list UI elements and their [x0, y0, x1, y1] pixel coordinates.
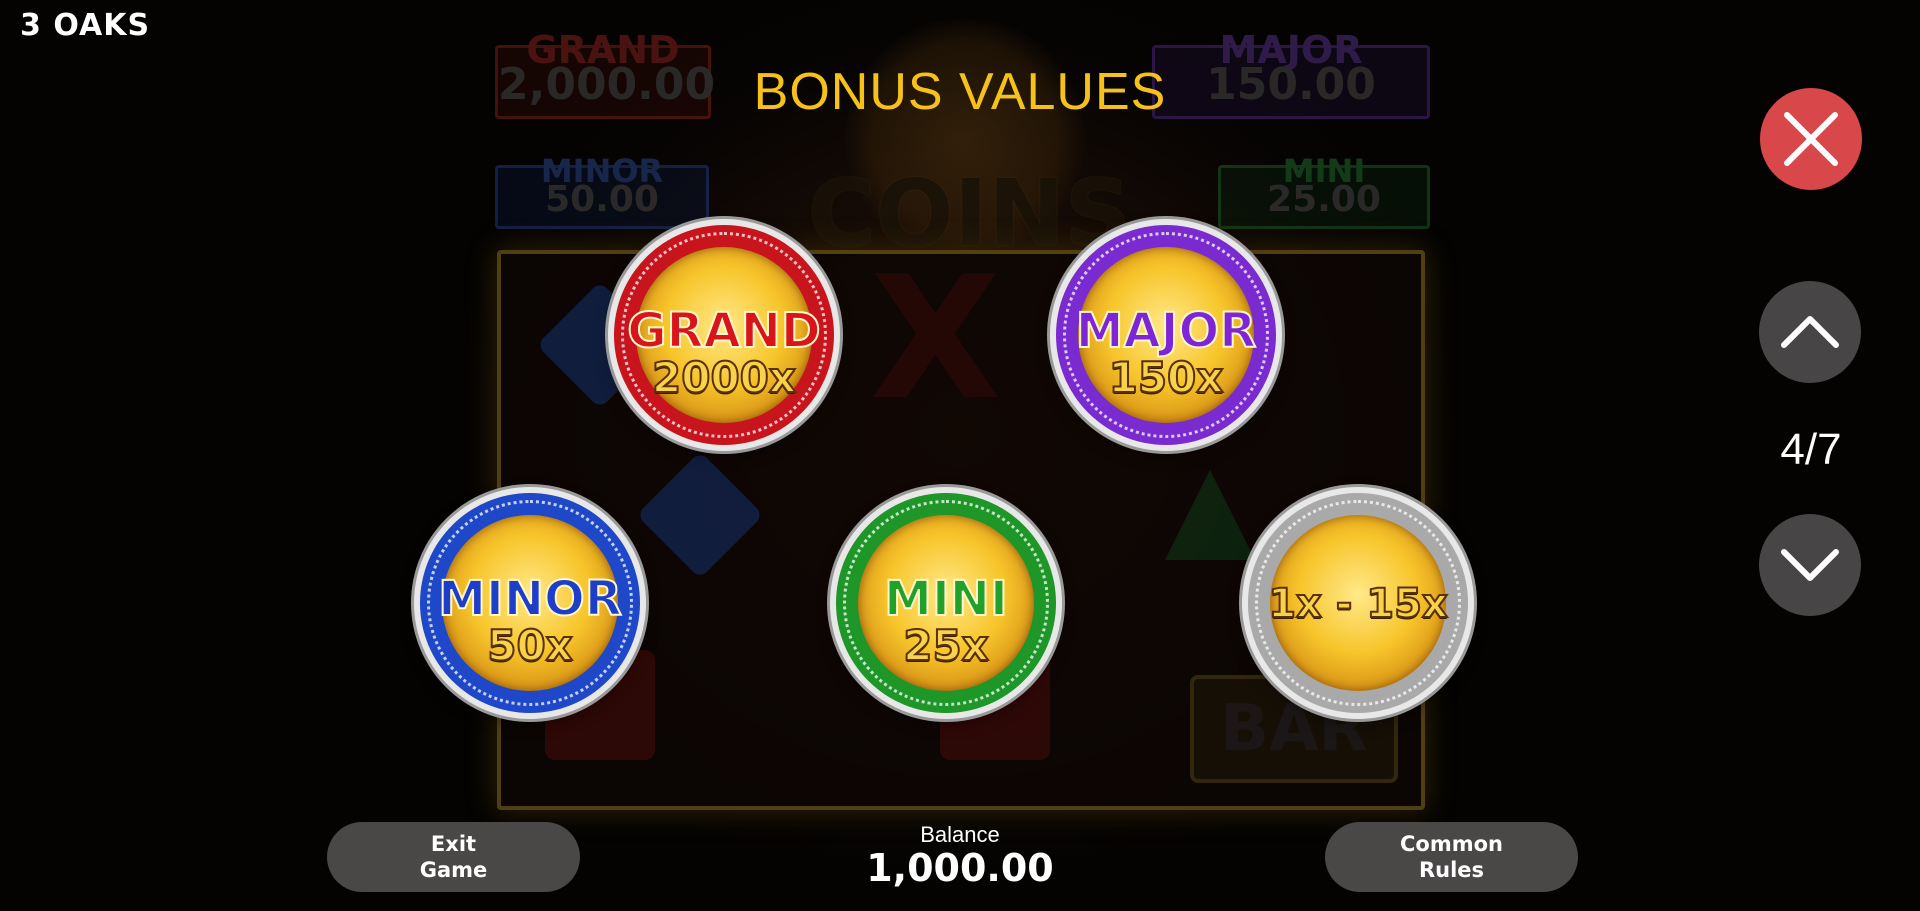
background-x-symbol: X — [870, 240, 1002, 438]
brand-logo: 3 OAKS — [20, 8, 151, 43]
grand-coin: GRAND 2000x — [614, 225, 834, 445]
exit-game-label-line1: Exit — [430, 832, 477, 856]
balance-value: 1,000.00 — [866, 846, 1054, 890]
background-jackpot-mini: MINI 25.00 — [1218, 152, 1430, 229]
jackpot-value: 50.00 — [545, 179, 659, 220]
coin-name: MINOR — [437, 570, 623, 628]
common-rules-button[interactable]: Common Rules — [1325, 822, 1578, 892]
next-page-button[interactable] — [1759, 514, 1861, 616]
coin-multiplier: 25x — [902, 620, 990, 671]
chevron-up-icon — [1781, 316, 1839, 348]
jackpot-value: 25.00 — [1267, 179, 1381, 220]
coin-multiplier: 2000x — [651, 352, 797, 403]
mini-coin: MINI 25x — [836, 493, 1056, 713]
coin-name: GRAND — [626, 302, 822, 360]
common-rules-label-line1: Common — [1400, 832, 1503, 856]
silver-coin: 1x - 15x — [1248, 493, 1468, 713]
coin-multiplier: 50x — [486, 620, 574, 671]
chevron-down-icon — [1781, 549, 1839, 581]
close-icon — [1784, 112, 1838, 166]
page-indicator: 4/7 — [1780, 425, 1842, 474]
exit-game-button[interactable]: Exit Game — [327, 822, 580, 892]
coin-multiplier: 150x — [1108, 352, 1225, 403]
major-coin: MAJOR 150x — [1056, 225, 1276, 445]
close-button[interactable] — [1760, 88, 1862, 190]
balance-label: Balance — [920, 822, 1000, 847]
previous-page-button[interactable] — [1759, 281, 1861, 383]
coin-multiplier-range: 1x - 15x — [1267, 580, 1449, 628]
page-title: BONUS VALUES — [753, 63, 1167, 121]
coin-name: MINI — [883, 570, 1009, 628]
common-rules-label-line2: Rules — [1418, 858, 1485, 882]
exit-game-label-line2: Game — [419, 858, 488, 882]
balance-display: Balance 1,000.00 — [820, 822, 1100, 890]
coin-name: MAJOR — [1075, 302, 1258, 360]
minor-coin: MINOR 50x — [420, 493, 640, 713]
background-jackpot-minor: MINOR 50.00 — [495, 152, 709, 229]
